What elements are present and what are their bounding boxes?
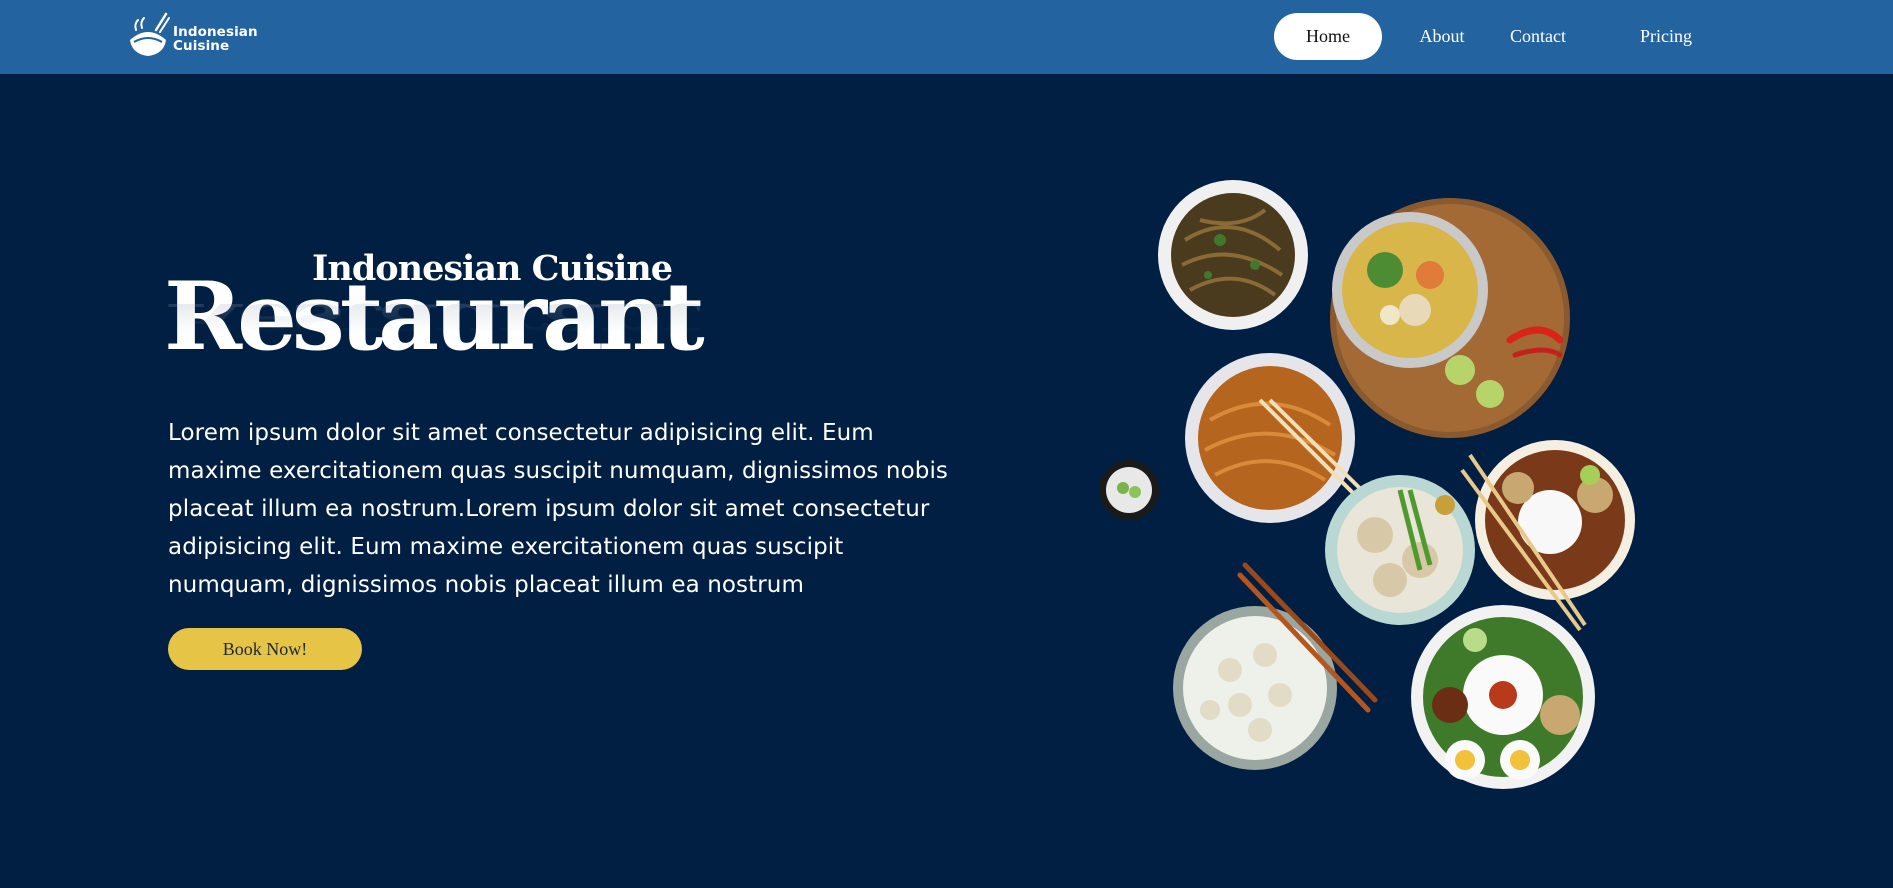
brand-name-line1: Indonesian [173,24,258,40]
nav-pricing[interactable]: Pricing [1617,13,1715,60]
brand-name-line2: Cuisine [173,38,230,54]
meatball-soup-bowl [1325,475,1475,625]
mixed-rice-plate [1411,605,1595,789]
brand-logo[interactable]: Indonesian Cuisine [126,10,266,60]
navbar: Indonesian Cuisine Home About Contact Pr… [0,0,1893,74]
nav-home[interactable]: Home [1274,13,1382,60]
brand-name: Indonesian Cuisine [173,25,258,53]
book-now-button[interactable]: Book Now! [168,628,362,670]
noodle-bowl-dark [1158,180,1308,330]
nav-about[interactable]: About [1401,13,1483,60]
rice-dish-bowl [1460,440,1635,632]
hero-description: Lorem ipsum dolor sit amet consectetur a… [168,420,949,598]
hero-title-reflection: Restaurant [164,291,700,353]
food-collage-image [1090,170,1690,814]
soup-on-board [1330,198,1570,438]
nav-contact[interactable]: Contact [1486,13,1590,60]
garnish-dish [1099,460,1159,520]
